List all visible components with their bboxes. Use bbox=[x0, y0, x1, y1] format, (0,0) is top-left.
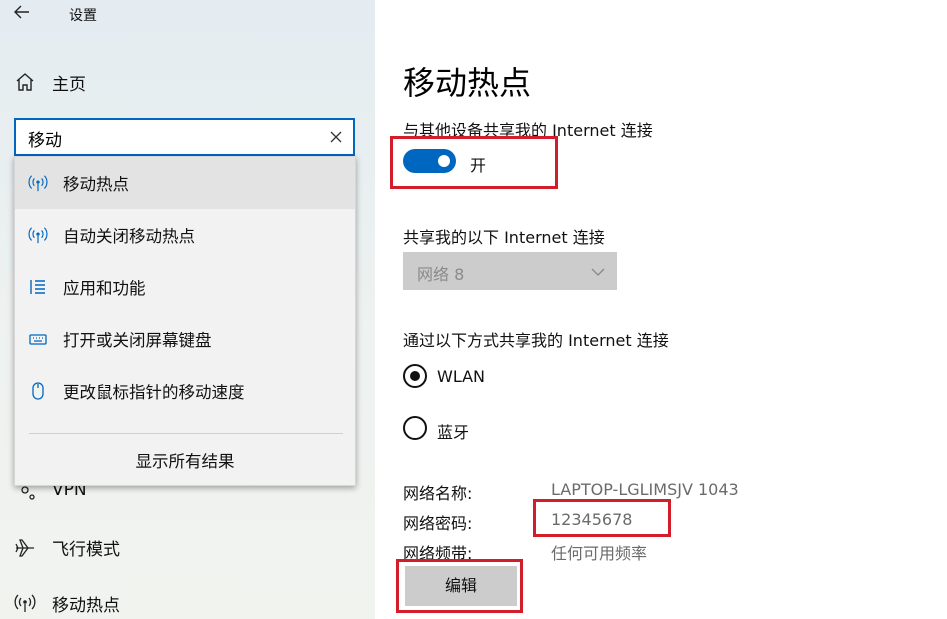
suggestion-label: 移动热点 bbox=[63, 175, 129, 194]
select-value: 网络 8 bbox=[417, 265, 465, 284]
suggestion-label: 更改鼠标指针的移动速度 bbox=[63, 383, 245, 402]
sidebar-item-mobile-hotspot[interactable]: 移动热点 bbox=[14, 590, 120, 616]
network-password-label: 网络密码: bbox=[403, 514, 473, 533]
bluetooth-radio[interactable] bbox=[403, 416, 427, 440]
suggestion-label: 打开或关闭屏幕键盘 bbox=[63, 331, 212, 350]
sidebar-item-label: 移动热点 bbox=[52, 595, 120, 616]
bluetooth-radio-label: 蓝牙 bbox=[437, 423, 470, 442]
chevron-down-icon bbox=[591, 264, 605, 278]
list-icon bbox=[27, 276, 49, 298]
search-suggestions: 移动热点 自动关闭移动热点 应用和功能 打开或关闭屏幕键盘 更改鼠标指针的移动速… bbox=[14, 156, 356, 486]
sidebar-item-home[interactable]: 主页 bbox=[14, 70, 86, 95]
suggestion-item[interactable]: 更改鼠标指针的移动速度 bbox=[15, 365, 355, 417]
wlan-radio-label: WLAN bbox=[437, 367, 486, 386]
home-icon bbox=[14, 71, 36, 93]
sidebar-item-label: 飞行模式 bbox=[52, 539, 120, 560]
airplane-icon bbox=[14, 536, 36, 558]
settings-search-box[interactable] bbox=[14, 118, 355, 156]
settings-sidebar: 设置 主页 VPN bbox=[0, 0, 375, 619]
keyboard-icon bbox=[27, 328, 49, 350]
highlight-box bbox=[390, 136, 558, 189]
divider bbox=[29, 433, 343, 434]
hotspot-icon bbox=[14, 592, 36, 614]
suggestion-item[interactable]: 应用和功能 bbox=[15, 261, 355, 313]
show-all-results-link[interactable]: 显示所有结果 bbox=[15, 447, 355, 477]
search-input[interactable] bbox=[28, 125, 318, 151]
sidebar-item-label: 主页 bbox=[52, 74, 86, 95]
network-band-value: 任何可用频率 bbox=[551, 544, 648, 563]
page-title: 移动热点 bbox=[403, 64, 532, 102]
suggestion-label: 自动关闭移动热点 bbox=[63, 227, 195, 246]
back-button[interactable] bbox=[12, 2, 34, 24]
suggestion-item[interactable]: 打开或关闭屏幕键盘 bbox=[15, 313, 355, 365]
share-from-select[interactable]: 网络 8 bbox=[403, 252, 617, 290]
main-content: 移动热点 与其他设备共享我的 Internet 连接 开 共享我的以下 Inte… bbox=[375, 0, 947, 619]
hotspot-icon bbox=[27, 224, 49, 246]
wlan-radio[interactable] bbox=[403, 364, 427, 388]
mouse-icon bbox=[27, 380, 49, 402]
suggestion-item[interactable]: 移动热点 bbox=[15, 157, 355, 209]
highlight-box bbox=[396, 559, 523, 613]
close-icon[interactable] bbox=[327, 128, 345, 146]
highlight-box bbox=[533, 499, 671, 537]
share-via-heading: 通过以下方式共享我的 Internet 连接 bbox=[403, 331, 669, 350]
network-name-label: 网络名称: bbox=[403, 484, 473, 503]
suggestion-label: 应用和功能 bbox=[63, 279, 146, 298]
sidebar-item-airplane-mode[interactable]: 飞行模式 bbox=[14, 534, 120, 560]
hotspot-icon bbox=[27, 172, 49, 194]
suggestion-item[interactable]: 自动关闭移动热点 bbox=[15, 209, 355, 261]
back-arrow-icon bbox=[14, 5, 29, 19]
network-name-value: LAPTOP-LGLIMSJV 1043 bbox=[551, 480, 739, 499]
app-title: 设置 bbox=[69, 8, 97, 24]
share-from-heading: 共享我的以下 Internet 连接 bbox=[403, 228, 605, 247]
